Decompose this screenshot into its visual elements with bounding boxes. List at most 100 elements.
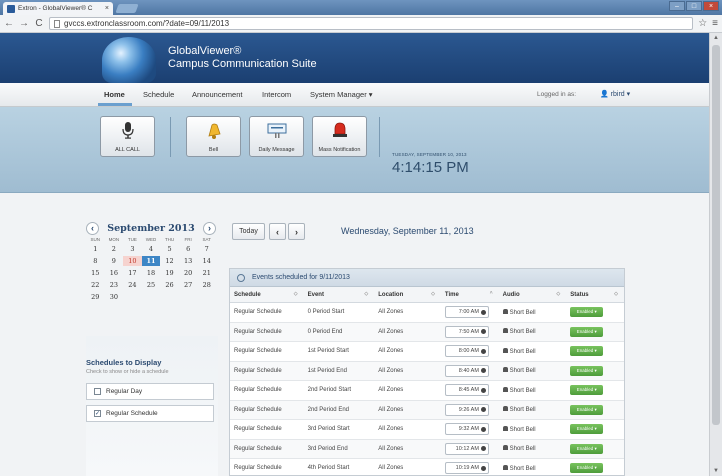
checkbox[interactable]: ✓ <box>94 410 101 417</box>
calendar-day[interactable]: 28 <box>197 280 216 290</box>
calendar-day[interactable]: 20 <box>179 268 198 278</box>
scroll-thumb[interactable] <box>712 45 720 425</box>
status-dropdown[interactable]: Enabled ▾ <box>570 385 604 396</box>
status-dropdown[interactable]: Enabled ▾ <box>570 443 604 454</box>
table-row[interactable]: Regular Schedule 1st Period End All Zones 8… <box>230 361 624 381</box>
calendar-day[interactable]: 3 <box>123 244 142 254</box>
table-row[interactable]: Regular Schedule 0 Period End All Zones 7:5… <box>230 322 624 342</box>
calendar-day[interactable]: 1 <box>86 244 105 254</box>
time-picker[interactable]: 7:00 AM <box>444 306 489 319</box>
status-dropdown[interactable]: Enabled ▾ <box>570 307 604 318</box>
column-header-schedule[interactable]: Schedule ◇ <box>230 287 304 302</box>
calendar-day[interactable]: 22 <box>86 280 105 290</box>
maximize-icon[interactable]: □ <box>686 1 702 11</box>
nav-schedule[interactable]: Schedule <box>143 90 174 99</box>
time-picker[interactable]: 8:40 AM <box>444 364 489 377</box>
window-close-icon[interactable]: × <box>703 1 719 11</box>
table-row[interactable]: Regular Schedule 3rd Period End All Zones 1… <box>230 439 624 459</box>
calendar-day[interactable]: 2 <box>105 244 124 254</box>
calendar-day[interactable]: 18 <box>142 268 161 278</box>
calendar-day[interactable]: 17 <box>123 268 142 278</box>
table-row[interactable]: Regular Schedule 2nd Period End All Zones 9… <box>230 400 624 420</box>
calendar-day[interactable]: 8 <box>86 256 105 266</box>
status-dropdown[interactable]: Enabled ▾ <box>570 365 604 376</box>
calendar-day[interactable]: 9 <box>105 256 124 266</box>
column-header-status[interactable]: Status ◇ <box>566 287 624 302</box>
schedule-option-regular-day[interactable]: Regular Day <box>86 383 214 400</box>
scroll-down-icon[interactable]: ▼ <box>713 468 719 474</box>
calendar-day[interactable]: 25 <box>142 280 161 290</box>
table-row[interactable]: Regular Schedule 1st Period Start All Zone… <box>230 342 624 362</box>
nav-system-manager[interactable]: System Manager ▾ <box>310 90 373 99</box>
time-picker[interactable]: 10:12 AM <box>444 442 489 455</box>
bell-button[interactable]: Bell <box>186 116 241 157</box>
calendar-day[interactable]: 13 <box>179 256 198 266</box>
tab-close-icon[interactable]: × <box>105 5 109 12</box>
nav-intercom[interactable]: Intercom <box>262 90 291 99</box>
calendar-day[interactable]: 5 <box>160 244 179 254</box>
time-picker[interactable]: 10:19 AM <box>444 462 489 475</box>
browser-menu-icon[interactable]: ≡ <box>712 18 718 29</box>
calendar-day[interactable]: 7 <box>197 244 216 254</box>
column-header-audio[interactable]: Audio ◇ <box>499 287 567 302</box>
nav-announcement[interactable]: Announcement <box>192 90 242 99</box>
table-row[interactable]: Regular Schedule 2nd Period Start All Zone… <box>230 381 624 401</box>
mass-notification-button[interactable]: Mass Notification <box>312 116 367 157</box>
calendar-day[interactable]: 11 <box>141 256 161 266</box>
calendar-day[interactable]: 14 <box>197 256 216 266</box>
daily-message-button[interactable]: Daily Message <box>249 116 304 157</box>
status-dropdown[interactable]: Enabled ▾ <box>570 326 604 337</box>
column-header-event[interactable]: Event ◇ <box>304 287 375 302</box>
time-picker[interactable]: 9:26 AM <box>444 403 489 416</box>
bookmark-star-icon[interactable]: ☆ <box>698 18 707 29</box>
calendar-day[interactable]: 19 <box>160 268 179 278</box>
status-dropdown[interactable]: Enabled ▾ <box>570 463 604 474</box>
audio-value: Short Bell <box>509 368 536 375</box>
gear-icon[interactable] <box>237 273 245 282</box>
time-picker[interactable]: 8:45 AM <box>444 384 489 397</box>
forward-icon[interactable]: → <box>19 18 29 29</box>
back-icon[interactable]: ← <box>4 18 14 29</box>
nav-home[interactable]: Home <box>104 90 125 99</box>
status-dropdown[interactable]: Enabled ▾ <box>570 346 604 357</box>
calendar-day[interactable]: 26 <box>160 280 179 290</box>
table-row[interactable]: Regular Schedule 3rd Period Start All Zone… <box>230 420 624 440</box>
column-header-time[interactable]: Time ^ <box>441 287 499 302</box>
schedule-option-regular-schedule[interactable]: ✓ Regular Schedule <box>86 405 214 422</box>
time-picker[interactable]: 8:00 AM <box>444 345 489 358</box>
prev-day-button[interactable]: ‹ <box>269 223 286 240</box>
table-row[interactable]: Regular Schedule 0 Period Start All Zones 7… <box>230 303 624 323</box>
column-header-location[interactable]: Location ◇ <box>374 287 441 302</box>
calendar-day[interactable]: 29 <box>86 292 105 302</box>
scroll-up-icon[interactable]: ▲ <box>713 35 719 41</box>
calendar-day[interactable]: 24 <box>123 280 142 290</box>
table-row[interactable]: Regular Schedule 4th Period Start All Zone… <box>230 459 624 476</box>
address-bar[interactable]: gvccs.extronclassroom.com/?date=09/11/20… <box>49 17 694 30</box>
calendar-day[interactable]: 6 <box>179 244 198 254</box>
calendar-next-button[interactable]: › <box>202 221 216 235</box>
time-picker[interactable]: 7:50 AM <box>444 325 489 338</box>
calendar-day[interactable]: 12 <box>160 256 179 266</box>
status-dropdown[interactable]: Enabled ▾ <box>570 424 604 435</box>
calendar-day[interactable]: 21 <box>197 268 216 278</box>
user-menu[interactable]: 👤 rbird ▾ <box>600 90 630 98</box>
all-call-button[interactable]: ALL CALL <box>100 116 155 157</box>
calendar-day[interactable]: 15 <box>86 268 105 278</box>
calendar-day[interactable]: 30 <box>105 292 124 302</box>
browser-tab[interactable]: Extron - GlobalViewer® C × <box>3 2 113 15</box>
time-picker[interactable]: 9:32 AM <box>444 423 489 436</box>
status-dropdown[interactable]: Enabled ▾ <box>570 404 604 415</box>
calendar-prev-button[interactable]: ‹ <box>86 221 99 235</box>
minimize-icon[interactable]: – <box>669 1 685 11</box>
today-button[interactable]: Today <box>232 223 265 240</box>
new-tab-button[interactable] <box>115 4 139 13</box>
next-day-button[interactable]: › <box>288 223 305 240</box>
checkbox[interactable] <box>94 388 101 395</box>
calendar-day[interactable]: 23 <box>105 280 124 290</box>
page-scrollbar[interactable]: ▲ ▼ <box>709 33 722 476</box>
calendar-day[interactable]: 4 <box>142 244 161 254</box>
reload-icon[interactable]: C <box>34 18 44 29</box>
calendar-day[interactable]: 27 <box>179 280 198 290</box>
calendar-day[interactable]: 16 <box>105 268 124 278</box>
calendar-day[interactable]: 10 <box>123 256 142 266</box>
